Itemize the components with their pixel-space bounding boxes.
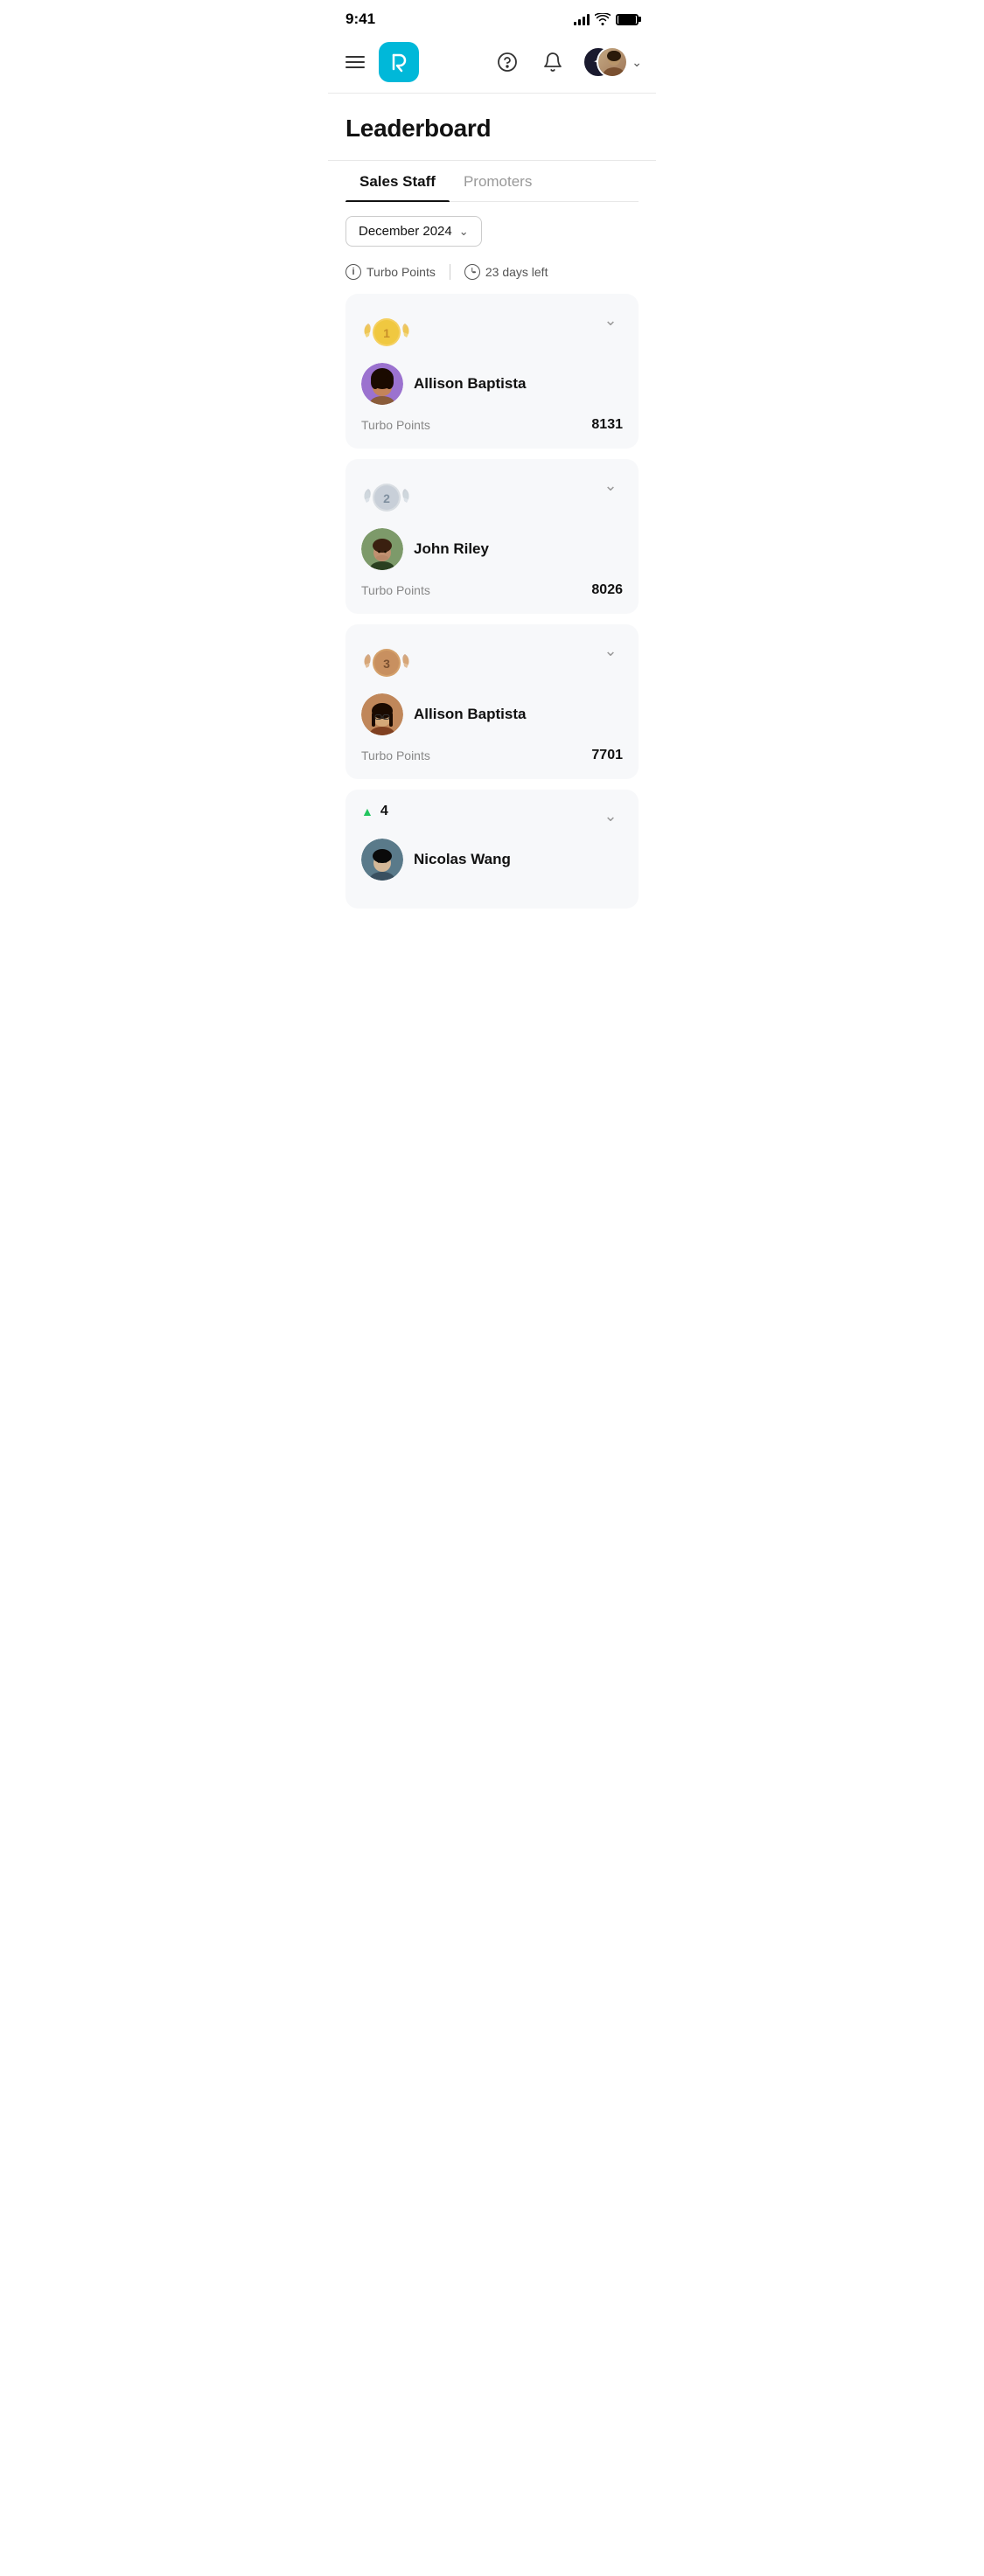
card-1-header: 1 ⌄ bbox=[361, 308, 623, 352]
status-icons bbox=[574, 13, 639, 25]
top-navigation: ✦ ⌄ bbox=[328, 35, 656, 93]
bronze-medal-icon: 3 bbox=[361, 638, 412, 679]
svg-text:2: 2 bbox=[383, 491, 390, 505]
app-logo bbox=[379, 42, 419, 82]
card-3-expand-button[interactable]: ⌄ bbox=[598, 638, 623, 663]
rank-4-number: 4 bbox=[380, 804, 388, 819]
card-2-user-name: John Riley bbox=[414, 540, 489, 558]
card-3-avatar bbox=[361, 693, 403, 735]
menu-button[interactable] bbox=[342, 52, 368, 72]
tabs: Sales Staff Promoters bbox=[345, 161, 639, 202]
battery-icon bbox=[616, 14, 639, 25]
rank-up-arrow-icon: ▲ bbox=[361, 804, 373, 818]
card-1-turbo-value: 8131 bbox=[591, 417, 623, 433]
card-1-avatar bbox=[361, 363, 403, 405]
card-4-expand-button[interactable]: ⌄ bbox=[598, 804, 623, 828]
card-1-user-row: Allison Baptista bbox=[361, 363, 623, 405]
info-row: i Turbo Points 23 days left bbox=[328, 261, 656, 294]
card-2-turbo-value: 8026 bbox=[591, 582, 623, 598]
card-3-turbo-value: 7701 bbox=[591, 748, 623, 763]
leaderboard-card-rank-4: ▲ 4 ⌄ Nicola bbox=[345, 790, 639, 909]
clock-icon bbox=[464, 264, 480, 280]
card-3-header: 3 ⌄ bbox=[361, 638, 623, 683]
page-title-section: Leaderboard bbox=[328, 94, 656, 160]
status-time: 9:41 bbox=[345, 10, 375, 28]
rank-4-indicator: ▲ 4 bbox=[361, 804, 388, 819]
svg-text:3: 3 bbox=[383, 657, 390, 671]
card-2-stats: Turbo Points 8026 bbox=[361, 582, 623, 598]
card-2-avatar bbox=[361, 528, 403, 570]
help-button[interactable] bbox=[492, 46, 523, 78]
days-left-info: 23 days left bbox=[464, 264, 548, 280]
user-avatar bbox=[597, 46, 628, 78]
tabs-container: Sales Staff Promoters bbox=[328, 161, 656, 202]
leaderboard-cards: 1 ⌄ bbox=[328, 294, 656, 909]
filter-row: December 2024 ⌄ bbox=[328, 202, 656, 261]
page-title: Leaderboard bbox=[345, 115, 639, 143]
rank-1-medal: 1 bbox=[361, 308, 412, 352]
card-3-stats: Turbo Points 7701 bbox=[361, 748, 623, 763]
status-bar: 9:41 bbox=[328, 0, 656, 35]
user-menu-chevron: ⌄ bbox=[632, 55, 642, 70]
rank-3-medal: 3 bbox=[361, 638, 412, 683]
tab-promoters[interactable]: Promoters bbox=[450, 161, 546, 201]
wifi-icon bbox=[595, 13, 611, 25]
card-3-turbo-label: Turbo Points bbox=[361, 748, 430, 762]
card-2-header: 2 ⌄ bbox=[361, 473, 623, 518]
tab-sales-staff[interactable]: Sales Staff bbox=[345, 161, 450, 201]
card-2-turbo-label: Turbo Points bbox=[361, 583, 430, 597]
rank-2-medal: 2 bbox=[361, 473, 412, 518]
card-3-user-name: Allison Baptista bbox=[414, 706, 526, 723]
user-menu-button[interactable]: ✦ ⌄ bbox=[583, 46, 642, 78]
card-1-stats: Turbo Points 8131 bbox=[361, 417, 623, 433]
card-2-expand-button[interactable]: ⌄ bbox=[598, 473, 623, 498]
nav-left bbox=[342, 42, 419, 82]
signal-icon bbox=[574, 13, 590, 25]
card-4-user-name: Nicolas Wang bbox=[414, 851, 511, 868]
gold-medal-icon: 1 bbox=[361, 308, 412, 348]
silver-medal-icon: 2 bbox=[361, 473, 412, 513]
card-4-user-row: Nicolas Wang bbox=[361, 839, 623, 881]
card-4-avatar bbox=[361, 839, 403, 881]
card-2-user-row: John Riley bbox=[361, 528, 623, 570]
leaderboard-card-rank-2: 2 ⌄ bbox=[345, 459, 639, 614]
nav-right: ✦ ⌄ bbox=[492, 46, 642, 78]
notifications-button[interactable] bbox=[537, 46, 569, 78]
leaderboard-card-rank-3: 3 ⌄ bbox=[345, 624, 639, 779]
leaderboard-card-rank-1: 1 ⌄ bbox=[345, 294, 639, 449]
card-1-expand-button[interactable]: ⌄ bbox=[598, 308, 623, 332]
info-circle-icon: i bbox=[345, 264, 361, 280]
card-3-user-row: Allison Baptista bbox=[361, 693, 623, 735]
month-chevron-icon: ⌄ bbox=[459, 225, 469, 239]
card-4-header: ▲ 4 ⌄ bbox=[361, 804, 623, 828]
svg-text:1: 1 bbox=[383, 326, 390, 340]
card-1-user-name: Allison Baptista bbox=[414, 375, 526, 393]
card-1-turbo-label: Turbo Points bbox=[361, 418, 430, 432]
month-selector[interactable]: December 2024 ⌄ bbox=[345, 216, 482, 247]
turbo-points-info: i Turbo Points bbox=[345, 264, 436, 280]
